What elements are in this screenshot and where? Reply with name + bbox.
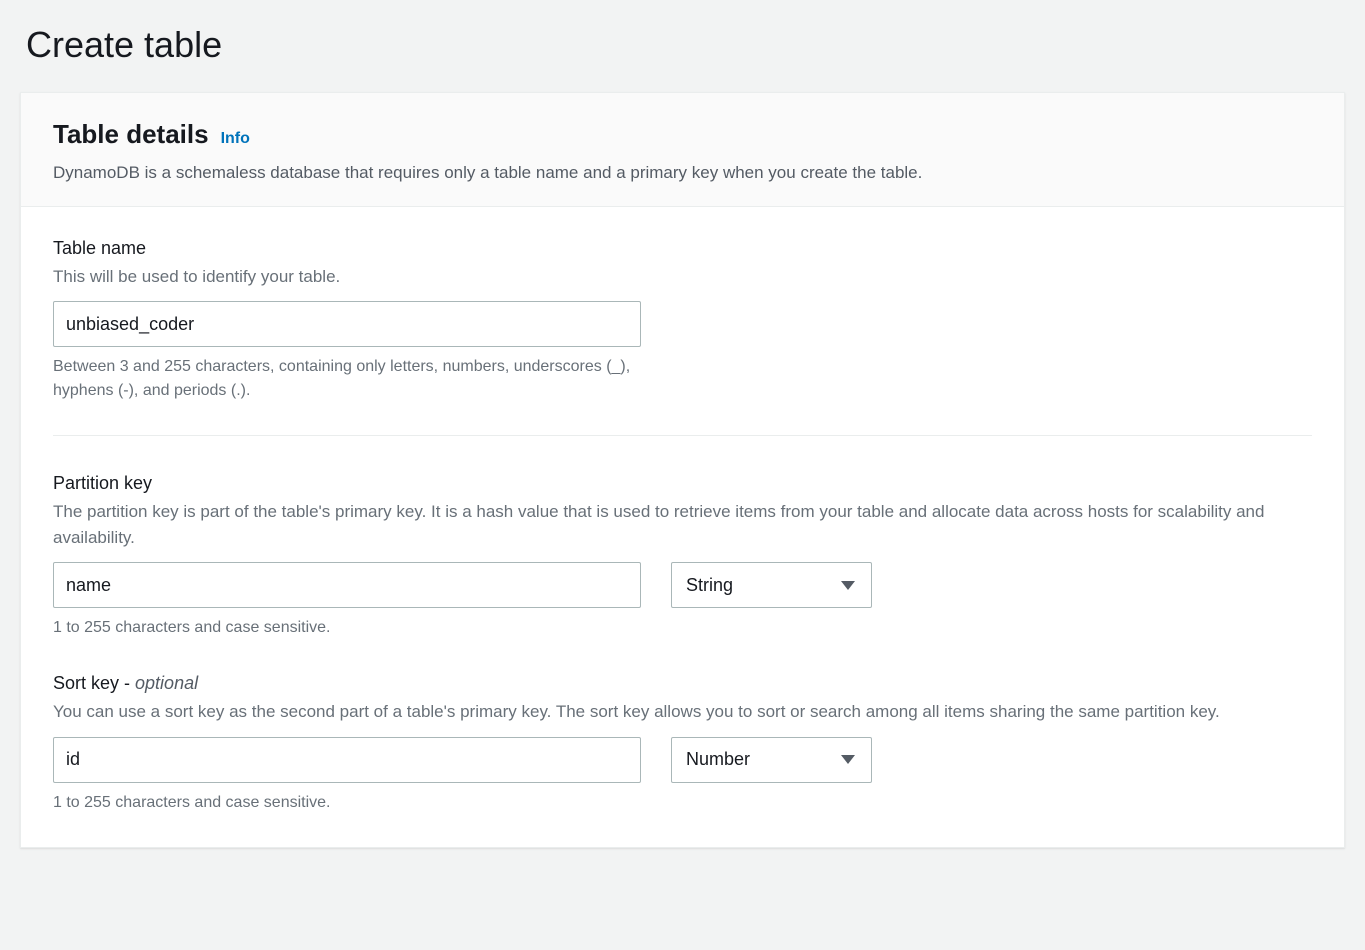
panel-description: DynamoDB is a schemaless database that r…: [53, 160, 1312, 186]
sort-key-help: You can use a sort key as the second par…: [53, 699, 1312, 725]
partition-key-field-group: Partition key The partition key is part …: [53, 470, 1312, 640]
panel-body: Table name This will be used to identify…: [21, 207, 1344, 847]
sort-key-label: Sort key - optional: [53, 670, 1312, 697]
table-name-constraint: Between 3 and 255 characters, containing…: [53, 355, 643, 403]
page-title: Create table: [20, 0, 1345, 92]
partition-key-type-selected: String: [686, 572, 733, 599]
panel-header: Table details Info DynamoDB is a schemal…: [21, 93, 1344, 207]
partition-key-label: Partition key: [53, 470, 1312, 497]
panel-heading: Table details: [53, 115, 209, 154]
table-details-panel: Table details Info DynamoDB is a schemal…: [20, 92, 1345, 848]
table-name-field-group: Table name This will be used to identify…: [53, 235, 1312, 404]
sort-key-type-select[interactable]: Number: [671, 737, 872, 783]
sort-key-input[interactable]: [53, 737, 641, 783]
partition-key-input[interactable]: [53, 562, 641, 608]
table-name-label: Table name: [53, 235, 1312, 262]
sort-key-constraint: 1 to 255 characters and case sensitive.: [53, 791, 643, 815]
info-link[interactable]: Info: [221, 127, 250, 151]
chevron-down-icon: [841, 581, 855, 590]
sort-key-optional-tag: optional: [135, 673, 198, 693]
sort-key-field-group: Sort key - optional You can use a sort k…: [53, 670, 1312, 815]
table-name-input[interactable]: [53, 301, 641, 347]
table-name-help: This will be used to identify your table…: [53, 264, 1312, 290]
partition-key-type-select[interactable]: String: [671, 562, 872, 608]
divider: [53, 435, 1312, 436]
partition-key-help: The partition key is part of the table's…: [53, 499, 1312, 550]
chevron-down-icon: [841, 755, 855, 764]
sort-key-label-prefix: Sort key -: [53, 673, 135, 693]
sort-key-type-selected: Number: [686, 746, 750, 773]
partition-key-constraint: 1 to 255 characters and case sensitive.: [53, 616, 643, 640]
